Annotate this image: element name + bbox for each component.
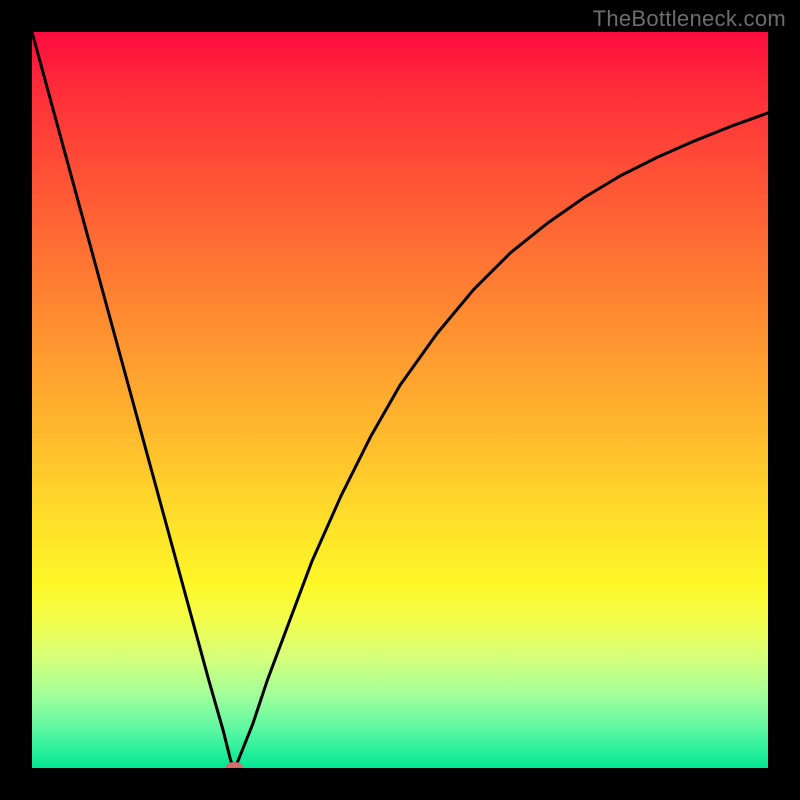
chart-svg [32,32,768,768]
watermark-text: TheBottleneck.com [593,6,786,32]
chart-frame: TheBottleneck.com [0,0,800,800]
chart-plot-area [32,32,768,768]
bottleneck-curve [32,32,768,768]
optimal-point-marker [225,762,243,768]
